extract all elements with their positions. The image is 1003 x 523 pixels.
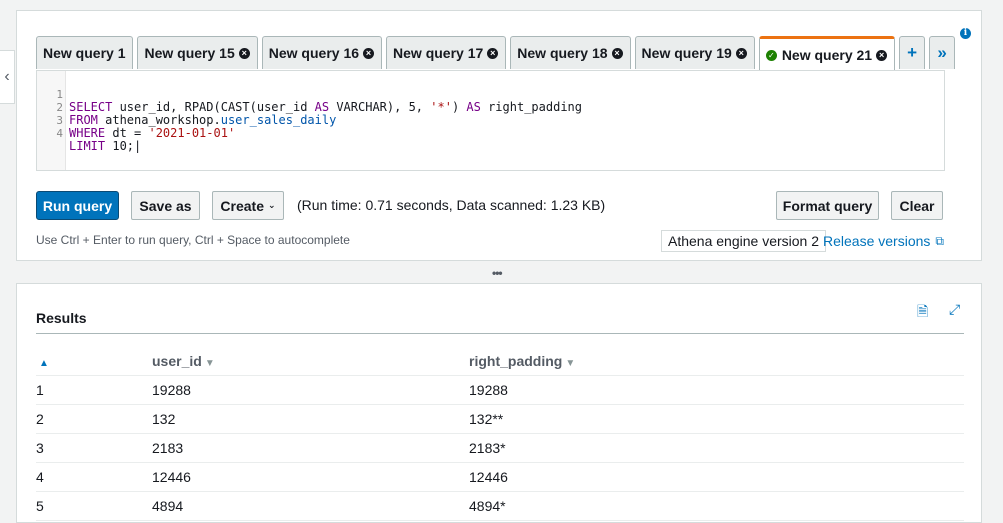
cell-right-padding: 19288 xyxy=(469,375,964,405)
cell-user-id: 12446 xyxy=(152,462,469,492)
code-line: 3 WHERE dt = '2021-01-01' xyxy=(37,101,944,140)
sql-editor[interactable]: 1 SELECT user_id, RPAD(CAST(user_id AS V… xyxy=(36,70,945,171)
run-info: (Run time: 0.71 seconds, Data scanned: 1… xyxy=(297,197,606,213)
tab-label: New query 15 xyxy=(144,45,235,61)
cell-right-padding: 132** xyxy=(469,404,964,434)
release-versions-link[interactable]: Release versions ⧉ xyxy=(823,233,944,249)
plus-icon: + xyxy=(907,43,918,62)
release-link-label: Release versions xyxy=(823,233,931,249)
tab-label: New query 16 xyxy=(268,45,360,61)
code-line: 4 LIMIT 10;| xyxy=(37,114,944,153)
cell-user-id: 132 xyxy=(152,404,469,434)
table-row: 4 12446 12446 xyxy=(36,462,964,492)
tab-new-query-21[interactable]: ✓ New query 21 × xyxy=(758,36,896,71)
table-row: 1 19288 19288 xyxy=(36,375,964,405)
row-number: 2 xyxy=(36,404,152,434)
chevron-down-icon: ⌄ xyxy=(268,200,276,210)
row-number: 5 xyxy=(36,491,152,521)
query-tabs: New query 1 New query 15 × New query 16 … xyxy=(36,36,959,71)
code-line: 2 FROM athena_workshop.user_sales_daily xyxy=(37,88,944,127)
cell-right-padding: 12446 xyxy=(469,462,964,492)
tab-label: New query 18 xyxy=(517,45,608,61)
cell-user-id: 19288 xyxy=(152,375,469,405)
external-link-icon: ⧉ xyxy=(935,233,944,248)
close-icon[interactable]: × xyxy=(238,47,250,59)
close-icon[interactable]: × xyxy=(876,49,888,61)
cell-right-padding: 4894* xyxy=(469,491,964,521)
code-line: 1 SELECT user_id, RPAD(CAST(user_id AS V… xyxy=(37,75,944,114)
column-header-user-id[interactable]: user_id ▼ xyxy=(152,346,469,376)
tab-label: New query 19 xyxy=(641,45,732,61)
tab-label: New query 17 xyxy=(393,45,484,61)
download-csv-icon[interactable]: 🗎 xyxy=(917,301,928,325)
row-number: 3 xyxy=(36,433,152,463)
tab-label: New query 21 xyxy=(781,47,873,63)
row-number: 4 xyxy=(36,462,152,492)
chevron-left-icon: ‹ xyxy=(4,68,10,85)
table-row: 2 132 132** xyxy=(36,404,964,434)
tab-new-query-15[interactable]: New query 15 × xyxy=(137,36,258,69)
table-row: 5 4894 4894* xyxy=(36,491,964,521)
tab-new-query-17[interactable]: New query 17 × xyxy=(386,36,507,69)
table-header-row: ▲ user_id ▼ right_padding ▼ xyxy=(36,346,964,376)
check-circle-icon: ✓ xyxy=(765,49,777,61)
clear-button[interactable]: Clear xyxy=(891,191,943,220)
column-header-right-padding[interactable]: right_padding ▼ xyxy=(469,346,964,376)
results-title: Results xyxy=(36,310,87,326)
format-query-button[interactable]: Format query xyxy=(776,191,879,220)
close-icon[interactable]: × xyxy=(487,47,499,59)
results-table: ▲ user_id ▼ right_padding ▼ 1 19288 19288 … xyxy=(36,346,964,521)
engine-version-badge: Athena engine version 2 xyxy=(661,230,826,252)
create-dropdown[interactable]: Create ⌄ xyxy=(212,191,284,220)
tab-label: New query 1 xyxy=(43,45,126,61)
tab-new-query-16[interactable]: New query 16 × xyxy=(261,36,383,69)
sort-ascending-icon: ▲ xyxy=(39,357,49,369)
cell-user-id: 4894 xyxy=(152,491,469,521)
cell-right-padding: 2183* xyxy=(469,433,964,463)
results-panel: Results 🗎 ⤢ ▲ user_id ▼ right_padding ▼ 1 … xyxy=(16,283,982,523)
keyboard-hint: Use Ctrl + Enter to run query, Ctrl + Sp… xyxy=(36,233,350,247)
run-query-button[interactable]: Run query xyxy=(36,191,119,220)
close-icon[interactable]: × xyxy=(363,47,375,59)
sort-icon: ▼ xyxy=(204,357,215,369)
line-number: 4 xyxy=(56,127,63,140)
sort-icon: ▼ xyxy=(565,357,576,369)
tab-new-query-19[interactable]: New query 19 × xyxy=(634,36,755,69)
tab-new-query-1[interactable]: New query 1 xyxy=(36,36,134,69)
close-icon[interactable]: × xyxy=(611,47,623,59)
create-label: Create xyxy=(220,197,265,214)
more-tabs-button[interactable]: » xyxy=(929,36,956,69)
save-as-button[interactable]: Save as xyxy=(131,191,200,220)
query-editor-panel: i New query 1 New query 15 × New query 1… xyxy=(16,10,982,261)
code-text: LIMIT 10;| xyxy=(69,139,142,153)
row-number-header[interactable]: ▲ xyxy=(36,346,152,376)
double-chevron-right-icon: » xyxy=(937,43,947,62)
tab-new-query-18[interactable]: New query 18 × xyxy=(510,36,631,69)
info-icon[interactable]: i xyxy=(960,28,971,39)
resize-handle[interactable]: ••• xyxy=(492,266,503,280)
divider xyxy=(36,333,964,334)
side-panel-toggle[interactable]: ‹ xyxy=(0,50,15,104)
new-tab-button[interactable]: + xyxy=(899,36,926,69)
row-number: 1 xyxy=(36,375,152,405)
close-icon[interactable]: × xyxy=(735,47,747,59)
expand-icon[interactable]: ⤢ xyxy=(949,301,960,318)
table-row: 3 2183 2183* xyxy=(36,433,964,463)
cell-user-id: 2183 xyxy=(152,433,469,463)
